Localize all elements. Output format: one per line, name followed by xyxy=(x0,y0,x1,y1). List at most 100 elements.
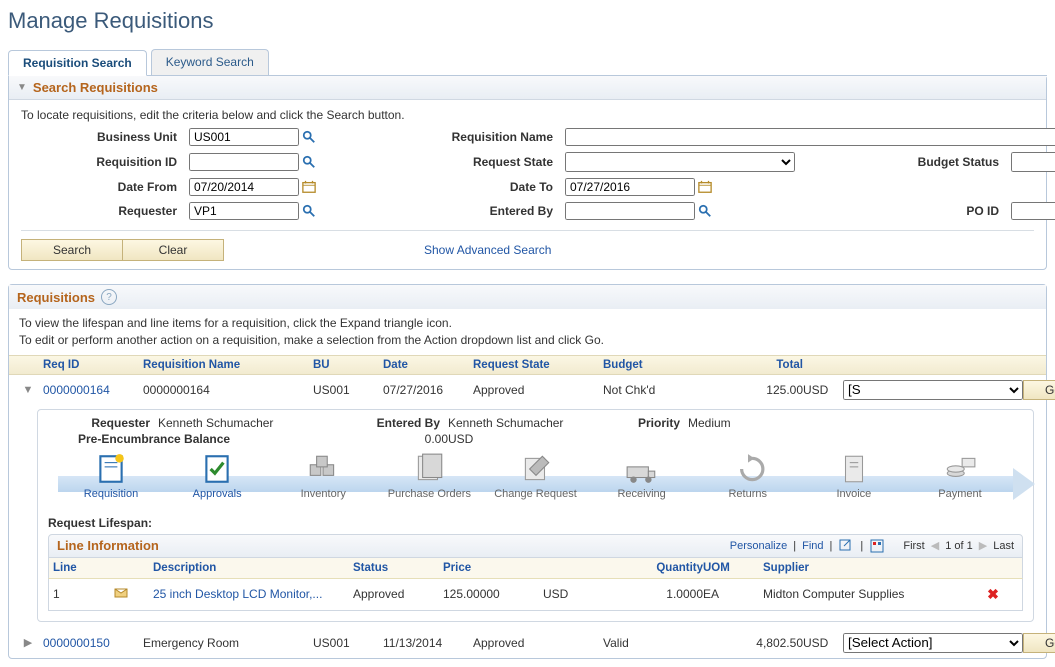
item-icon[interactable] xyxy=(113,585,153,604)
line-quantity: 1.0000 xyxy=(593,587,703,601)
lookup-icon[interactable] xyxy=(301,129,317,145)
line-supplier: Midton Computer Supplies xyxy=(763,587,953,601)
table-row: ▼ 0000000164 0000000164 US001 07/27/2016… xyxy=(9,375,1046,405)
tab-bar: Requisition Search Keyword Search xyxy=(8,49,1047,76)
advanced-search-link[interactable]: Show Advanced Search xyxy=(424,243,551,257)
lifespan-approvals[interactable]: Approvals xyxy=(172,452,262,500)
col-date[interactable]: Date xyxy=(383,359,473,371)
req-id-link[interactable]: 0000000150 xyxy=(43,636,143,650)
date-to-input[interactable] xyxy=(565,178,695,196)
label-po-id: PO ID xyxy=(863,204,1003,218)
bu-cell: US001 xyxy=(313,636,383,650)
lookup-icon[interactable] xyxy=(697,203,713,219)
po-id-input[interactable] xyxy=(1011,202,1055,220)
currency-cell: USD xyxy=(803,636,843,650)
expand-row-icon[interactable]: ▶ xyxy=(13,636,43,649)
col-quantity[interactable]: Quantity xyxy=(593,562,703,574)
prev-icon[interactable]: ◀ xyxy=(931,539,939,552)
col-req-name[interactable]: Requisition Name xyxy=(143,359,313,371)
receiving-icon xyxy=(625,452,659,486)
entered-by-input[interactable] xyxy=(565,202,695,220)
state-cell: Approved xyxy=(473,636,603,650)
col-line[interactable]: Line xyxy=(53,562,113,574)
pre-enc-amount: 0.00 xyxy=(338,432,448,446)
delete-line-icon[interactable]: ✖ xyxy=(953,586,1033,603)
col-budget[interactable]: Budget xyxy=(603,359,703,371)
go-button[interactable]: Go xyxy=(1023,380,1055,400)
detail-entered-by: Kenneth Schumacher xyxy=(448,416,608,430)
label-entered-by: Entered By xyxy=(397,204,557,218)
label-requisition-name: Requisition Name xyxy=(397,130,557,144)
approvals-icon xyxy=(200,452,234,486)
col-total[interactable]: Total xyxy=(703,359,803,371)
line-number: 1 xyxy=(53,587,113,601)
zoom-icon[interactable] xyxy=(838,538,854,554)
personalize-link[interactable]: Personalize xyxy=(730,540,787,552)
payment-icon xyxy=(943,452,977,486)
search-hint: To locate requisitions, edit the criteri… xyxy=(21,108,1034,122)
last-label[interactable]: Last xyxy=(993,540,1014,552)
inventory-icon xyxy=(306,452,340,486)
requisition-name-input[interactable] xyxy=(565,128,1055,146)
lifespan-po: Purchase Orders xyxy=(384,452,474,500)
search-panel: ▼ Search Requisitions To locate requisit… xyxy=(8,75,1047,270)
search-header[interactable]: ▼ Search Requisitions xyxy=(9,76,1046,100)
requisition-icon xyxy=(94,452,128,486)
search-button[interactable]: Search xyxy=(21,239,123,261)
lifespan-receiving: Receiving xyxy=(597,452,687,500)
next-icon[interactable]: ▶ xyxy=(979,539,987,552)
collapse-icon: ▼ xyxy=(17,82,27,93)
calendar-icon[interactable] xyxy=(301,179,317,195)
currency-cell: USD xyxy=(803,383,843,397)
lifespan-bar: Requisition Approvals Inventory Purchase… xyxy=(48,452,1023,508)
tab-keyword-search[interactable]: Keyword Search xyxy=(151,49,269,75)
budget-cell: Valid xyxy=(603,636,703,650)
returns-icon xyxy=(731,452,765,486)
label-requester: Requester xyxy=(21,204,181,218)
calendar-icon[interactable] xyxy=(697,179,713,195)
first-label[interactable]: First xyxy=(903,540,924,552)
action-select[interactable]: [Select Action] xyxy=(843,633,1023,653)
col-state[interactable]: Request State xyxy=(473,359,603,371)
lifespan-requisition[interactable]: Requisition xyxy=(66,452,156,500)
col-status[interactable]: Status xyxy=(353,562,443,574)
download-icon[interactable] xyxy=(869,538,885,554)
requisitions-hint1: To view the lifespan and line items for … xyxy=(19,315,1036,332)
action-select[interactable]: [S xyxy=(843,380,1023,400)
budget-status-select[interactable] xyxy=(1011,152,1055,172)
requisition-id-input[interactable] xyxy=(189,153,299,171)
tab-requisition-search[interactable]: Requisition Search xyxy=(8,50,147,76)
col-req-id[interactable]: Req ID xyxy=(43,359,143,371)
col-uom[interactable]: UOM xyxy=(703,562,763,574)
detail-requester: Kenneth Schumacher xyxy=(158,416,338,430)
col-description[interactable]: Description xyxy=(153,562,353,574)
col-price[interactable]: Price xyxy=(443,562,543,574)
state-cell: Approved xyxy=(473,383,603,397)
lifespan-inventory: Inventory xyxy=(278,452,368,500)
line-description-link[interactable]: 25 inch Desktop LCD Monitor,... xyxy=(153,587,353,601)
col-supplier[interactable]: Supplier xyxy=(763,562,953,574)
lookup-icon[interactable] xyxy=(301,154,317,170)
label-detail-priority: Priority xyxy=(608,416,688,430)
clear-button[interactable]: Clear xyxy=(123,239,224,261)
find-link[interactable]: Find xyxy=(802,540,823,552)
collapse-row-icon[interactable]: ▼ xyxy=(13,384,43,396)
page-title: Manage Requisitions xyxy=(8,8,1047,34)
lifespan-change: Change Request xyxy=(491,452,581,500)
business-unit-input[interactable] xyxy=(189,128,299,146)
date-from-input[interactable] xyxy=(189,178,299,196)
label-budget-status: Budget Status xyxy=(863,155,1003,169)
lookup-icon[interactable] xyxy=(301,203,317,219)
help-icon[interactable]: ? xyxy=(101,289,117,305)
requester-input[interactable] xyxy=(189,202,299,220)
request-state-select[interactable] xyxy=(565,152,795,172)
total-cell: 4,802.50 xyxy=(703,636,803,650)
bu-cell: US001 xyxy=(313,383,383,397)
label-detail-requester: Requester xyxy=(48,416,158,430)
go-button[interactable]: Go xyxy=(1023,633,1055,653)
col-bu[interactable]: BU xyxy=(313,359,383,371)
req-id-link[interactable]: 0000000164 xyxy=(43,383,143,397)
change-request-icon xyxy=(519,452,553,486)
lifespan-returns: Returns xyxy=(703,452,793,500)
label-date-from: Date From xyxy=(21,180,181,194)
